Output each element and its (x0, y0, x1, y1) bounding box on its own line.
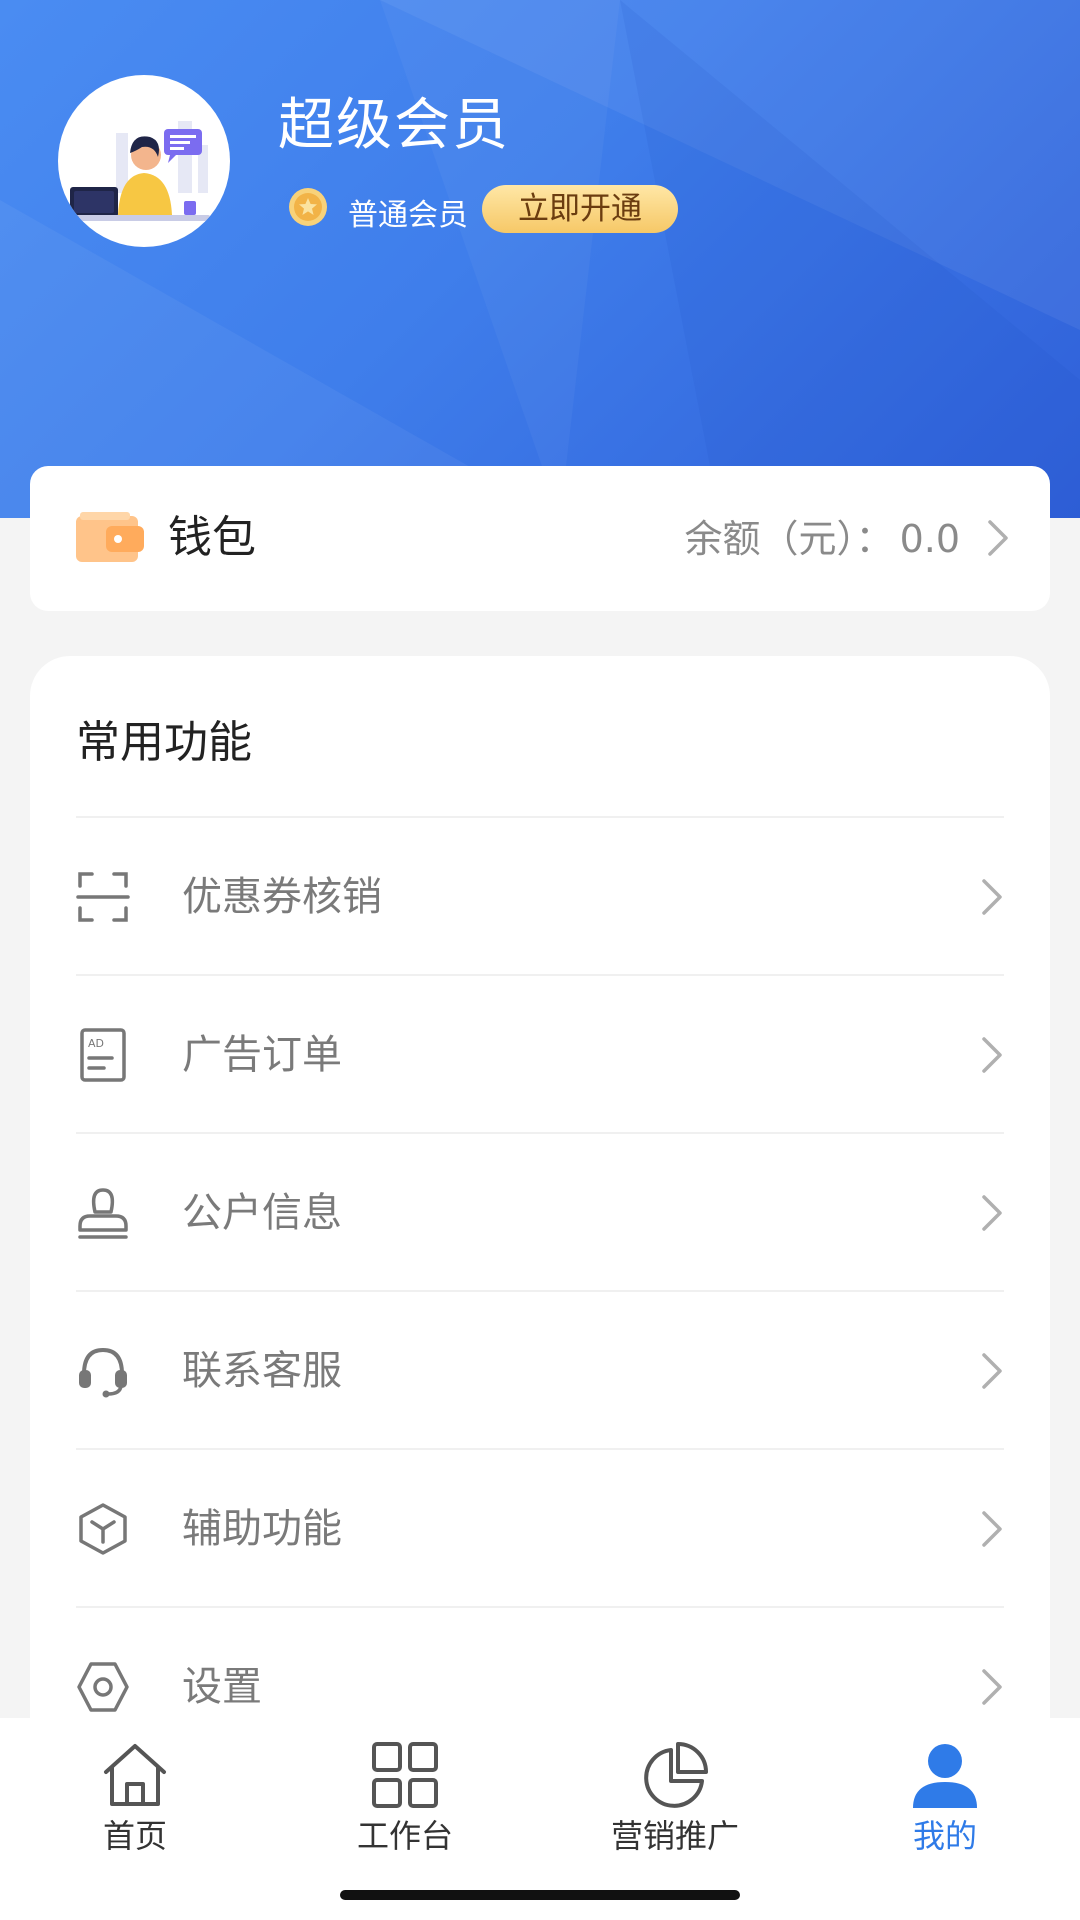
menu-item-label: 辅助功能 (182, 1506, 342, 1552)
wallet-balance-label: 余额（元）： (684, 517, 894, 561)
menu-item-auxiliary-functions[interactable]: 辅助功能 (76, 1450, 1004, 1608)
menu-item-label: 设置 (182, 1664, 262, 1710)
menu-item-label: 公户信息 (182, 1190, 342, 1236)
wallet-icon (76, 512, 144, 562)
wallet-balance-value: 0.0 (899, 517, 960, 561)
common-functions-title: 常用功能 (76, 717, 252, 768)
menu-item-public-account-info[interactable]: 公户信息 (76, 1134, 1004, 1292)
menu-item-coupon-verification[interactable]: 优惠券核销 (76, 818, 1004, 976)
member-level-label: 普通会员 (348, 198, 468, 233)
tab-label: 营销推广 (610, 1817, 739, 1855)
scan-icon (76, 872, 130, 922)
username: 超级会员 (278, 93, 510, 158)
chevron-right-icon (982, 1195, 1002, 1231)
menu-item-ad-orders[interactable]: AD 广告订单 (76, 976, 1004, 1134)
headset-icon (79, 1347, 127, 1398)
stamp-icon (78, 1188, 128, 1239)
chevron-right-icon (982, 1511, 1002, 1547)
menu-item-label: 联系客服 (182, 1348, 342, 1394)
chevron-right-icon (982, 1669, 1002, 1705)
settings-icon (77, 1662, 129, 1712)
menu-item-label: 优惠券核销 (182, 874, 382, 920)
tab-workbench[interactable]: 工作台 (270, 1718, 540, 1858)
chevron-right-icon (982, 1353, 1002, 1389)
user-icon (913, 1744, 977, 1808)
tab-label: 首页 (102, 1817, 167, 1855)
wallet-title: 钱包 (168, 512, 256, 563)
ad-order-icon: AD (80, 1028, 126, 1082)
tab-label: 工作台 (356, 1817, 453, 1855)
tab-mine[interactable]: 我的 (810, 1718, 1080, 1858)
avatar-customer-service-illustration (64, 121, 210, 221)
profile-header: 超级会员 普通会员 立即开通 (0, 0, 1080, 518)
avatar[interactable] (58, 75, 230, 247)
cube-icon (79, 1503, 127, 1555)
gold-medal-icon (289, 188, 327, 226)
chevron-right-icon (982, 879, 1002, 915)
tab-marketing[interactable]: 营销推广 (540, 1718, 810, 1858)
wallet-balance: 余额（元）： 0.0 (685, 516, 960, 562)
tab-label: 我的 (912, 1817, 977, 1855)
tab-home[interactable]: 首页 (0, 1718, 270, 1858)
grid-icon (372, 1742, 438, 1808)
chevron-right-icon (982, 1037, 1002, 1073)
svg-text:AD: AD (88, 1037, 104, 1050)
menu-item-label: 广告订单 (182, 1032, 342, 1078)
chevron-right-icon (988, 520, 1008, 556)
menu-item-customer-service[interactable]: 联系客服 (76, 1292, 1004, 1450)
home-indicator (340, 1890, 740, 1900)
pie-chart-icon (644, 1742, 708, 1808)
wallet-card[interactable]: 钱包 余额（元）： 0.0 (30, 466, 1050, 611)
home-icon (104, 1744, 166, 1806)
open-membership-button[interactable]: 立即开通 (482, 185, 678, 233)
